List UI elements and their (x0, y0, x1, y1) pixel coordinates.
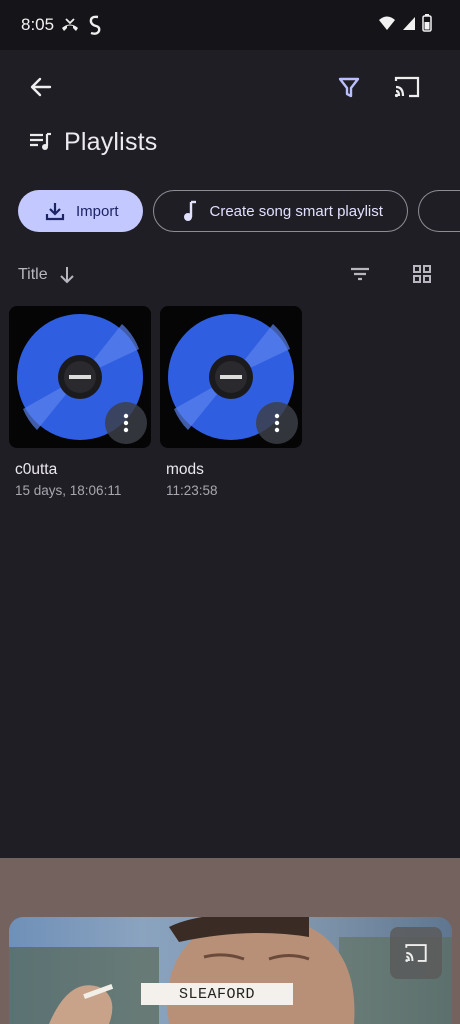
wifi-icon (378, 15, 396, 31)
album-photo-image (9, 917, 452, 1024)
create-smart-playlist-button[interactable]: Create song smart playlist (152, 190, 408, 232)
page-title: Playlists (64, 127, 158, 156)
playlist-title: mods (166, 461, 204, 478)
status-notification-icons (60, 14, 104, 36)
floating-cast-button[interactable] (390, 927, 442, 979)
import-button[interactable]: Import (18, 190, 143, 232)
playlist-cover (9, 306, 151, 448)
playlist-duration: 11:23:58 (166, 483, 218, 498)
status-bar: 8:05 (0, 0, 460, 50)
playlist-more-button[interactable] (105, 402, 147, 444)
signal-icon (402, 15, 416, 31)
sort-bar: Title (18, 260, 442, 290)
playlist-tile[interactable]: mods 11:23:58 (160, 306, 302, 498)
arrow-down-icon[interactable] (56, 263, 78, 287)
playlist-grid: c0utta 15 days, 18:06:11 mods 11:23:58 (9, 306, 302, 498)
more-chips-peek[interactable] (417, 190, 460, 232)
sort-lines-icon[interactable] (348, 262, 372, 286)
page-header: Playlists (28, 124, 158, 160)
sort-title-button[interactable]: Title (18, 266, 48, 284)
cast-icon (401, 938, 431, 968)
more-vert-icon (274, 413, 280, 433)
missed-call-icon (60, 14, 80, 36)
album-banner-text: SLEAFORD (141, 983, 293, 1005)
status-time: 8:05 (21, 15, 55, 34)
filter-funnel-icon[interactable] (332, 70, 366, 104)
app-bar (0, 50, 460, 122)
status-system-icons (378, 14, 432, 32)
playlist-title: c0utta (15, 461, 58, 478)
import-label: Import (76, 202, 119, 220)
playlist-tile[interactable]: c0utta 15 days, 18:06:11 (9, 306, 151, 498)
create-smart-playlist-label: Create song smart playlist (209, 202, 383, 220)
playlist-more-button[interactable] (256, 402, 298, 444)
music-note-icon (182, 199, 200, 223)
grid-view-icon[interactable] (410, 262, 434, 286)
action-chips: Import Create song smart playlist (18, 190, 460, 232)
download-icon (44, 200, 66, 222)
playlist-icon (28, 130, 52, 154)
back-arrow-icon[interactable] (24, 70, 58, 104)
playlist-duration: 15 days, 18:06:11 (15, 483, 122, 498)
shazam-icon (86, 14, 104, 36)
cast-icon[interactable] (390, 70, 424, 104)
playlist-cover (160, 306, 302, 448)
more-vert-icon (123, 413, 129, 433)
battery-icon (422, 14, 432, 32)
now-playing-artwork[interactable]: SLEAFORD (9, 917, 452, 1024)
